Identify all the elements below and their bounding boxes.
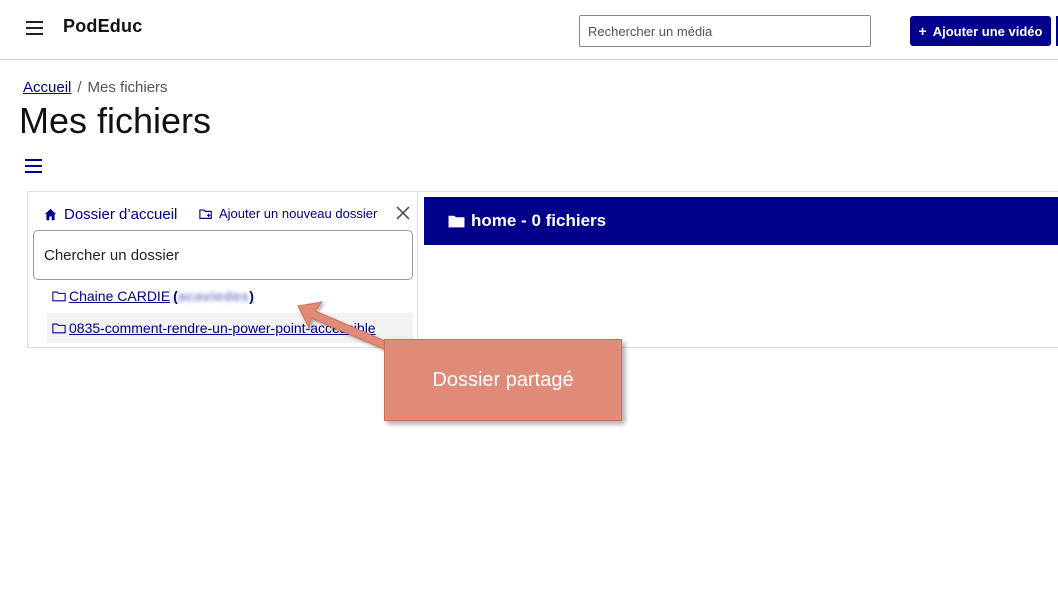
home-folder-label: Dossier d’accueil: [64, 206, 178, 223]
add-folder-label: Ajouter un nouveau dossier: [219, 206, 378, 221]
home-folder-link[interactable]: Dossier d’accueil: [44, 206, 177, 223]
breadcrumb-home-link[interactable]: Accueil: [23, 79, 71, 96]
folder-name: Chaine CARDIE: [69, 288, 171, 304]
folder-filled-icon: [448, 215, 465, 228]
current-folder-header: home - 0 fichiers: [424, 197, 1058, 245]
folder-search-input[interactable]: [33, 230, 413, 280]
add-video-button[interactable]: + Ajouter une vidéo: [910, 16, 1051, 46]
toggle-folders-menu-icon[interactable]: [25, 159, 42, 173]
folder-icon: [52, 291, 66, 302]
folder-owner: (acaviedes): [173, 288, 254, 304]
page-title: Mes fichiers: [19, 100, 212, 141]
annotation-callout: Dossier partagé: [384, 339, 622, 421]
breadcrumb-separator: /: [77, 79, 82, 96]
folder-plus-icon: [199, 208, 212, 219]
folders-sidebar: Dossier d’accueil Ajouter un nouveau dos…: [27, 191, 418, 348]
folder-item[interactable]: Chaine CARDIE (acaviedes): [52, 281, 254, 311]
folder-icon: [52, 323, 66, 334]
folder-name: 0835-comment-rendre-un-power-point-acces…: [69, 320, 376, 336]
current-folder-title: home - 0 fichiers: [471, 211, 607, 230]
brand-logo[interactable]: PodEduc: [63, 16, 142, 37]
plus-icon: +: [918, 23, 927, 39]
close-icon[interactable]: [394, 204, 412, 222]
folder-item[interactable]: 0835-comment-rendre-un-power-point-acces…: [47, 313, 413, 343]
house-icon: [44, 208, 57, 221]
top-navbar: PodEduc + Ajouter une vidéo: [0, 0, 1058, 60]
add-video-label: Ajouter une vidéo: [932, 23, 1043, 39]
add-folder-button[interactable]: Ajouter un nouveau dossier: [199, 206, 377, 221]
breadcrumb: Accueil / Mes fichiers: [23, 79, 168, 96]
breadcrumb-current: Mes fichiers: [87, 79, 168, 96]
menu-icon[interactable]: [26, 21, 43, 35]
folder-content-panel: home - 0 fichiers: [418, 191, 1058, 348]
search-media-input[interactable]: [579, 15, 871, 47]
